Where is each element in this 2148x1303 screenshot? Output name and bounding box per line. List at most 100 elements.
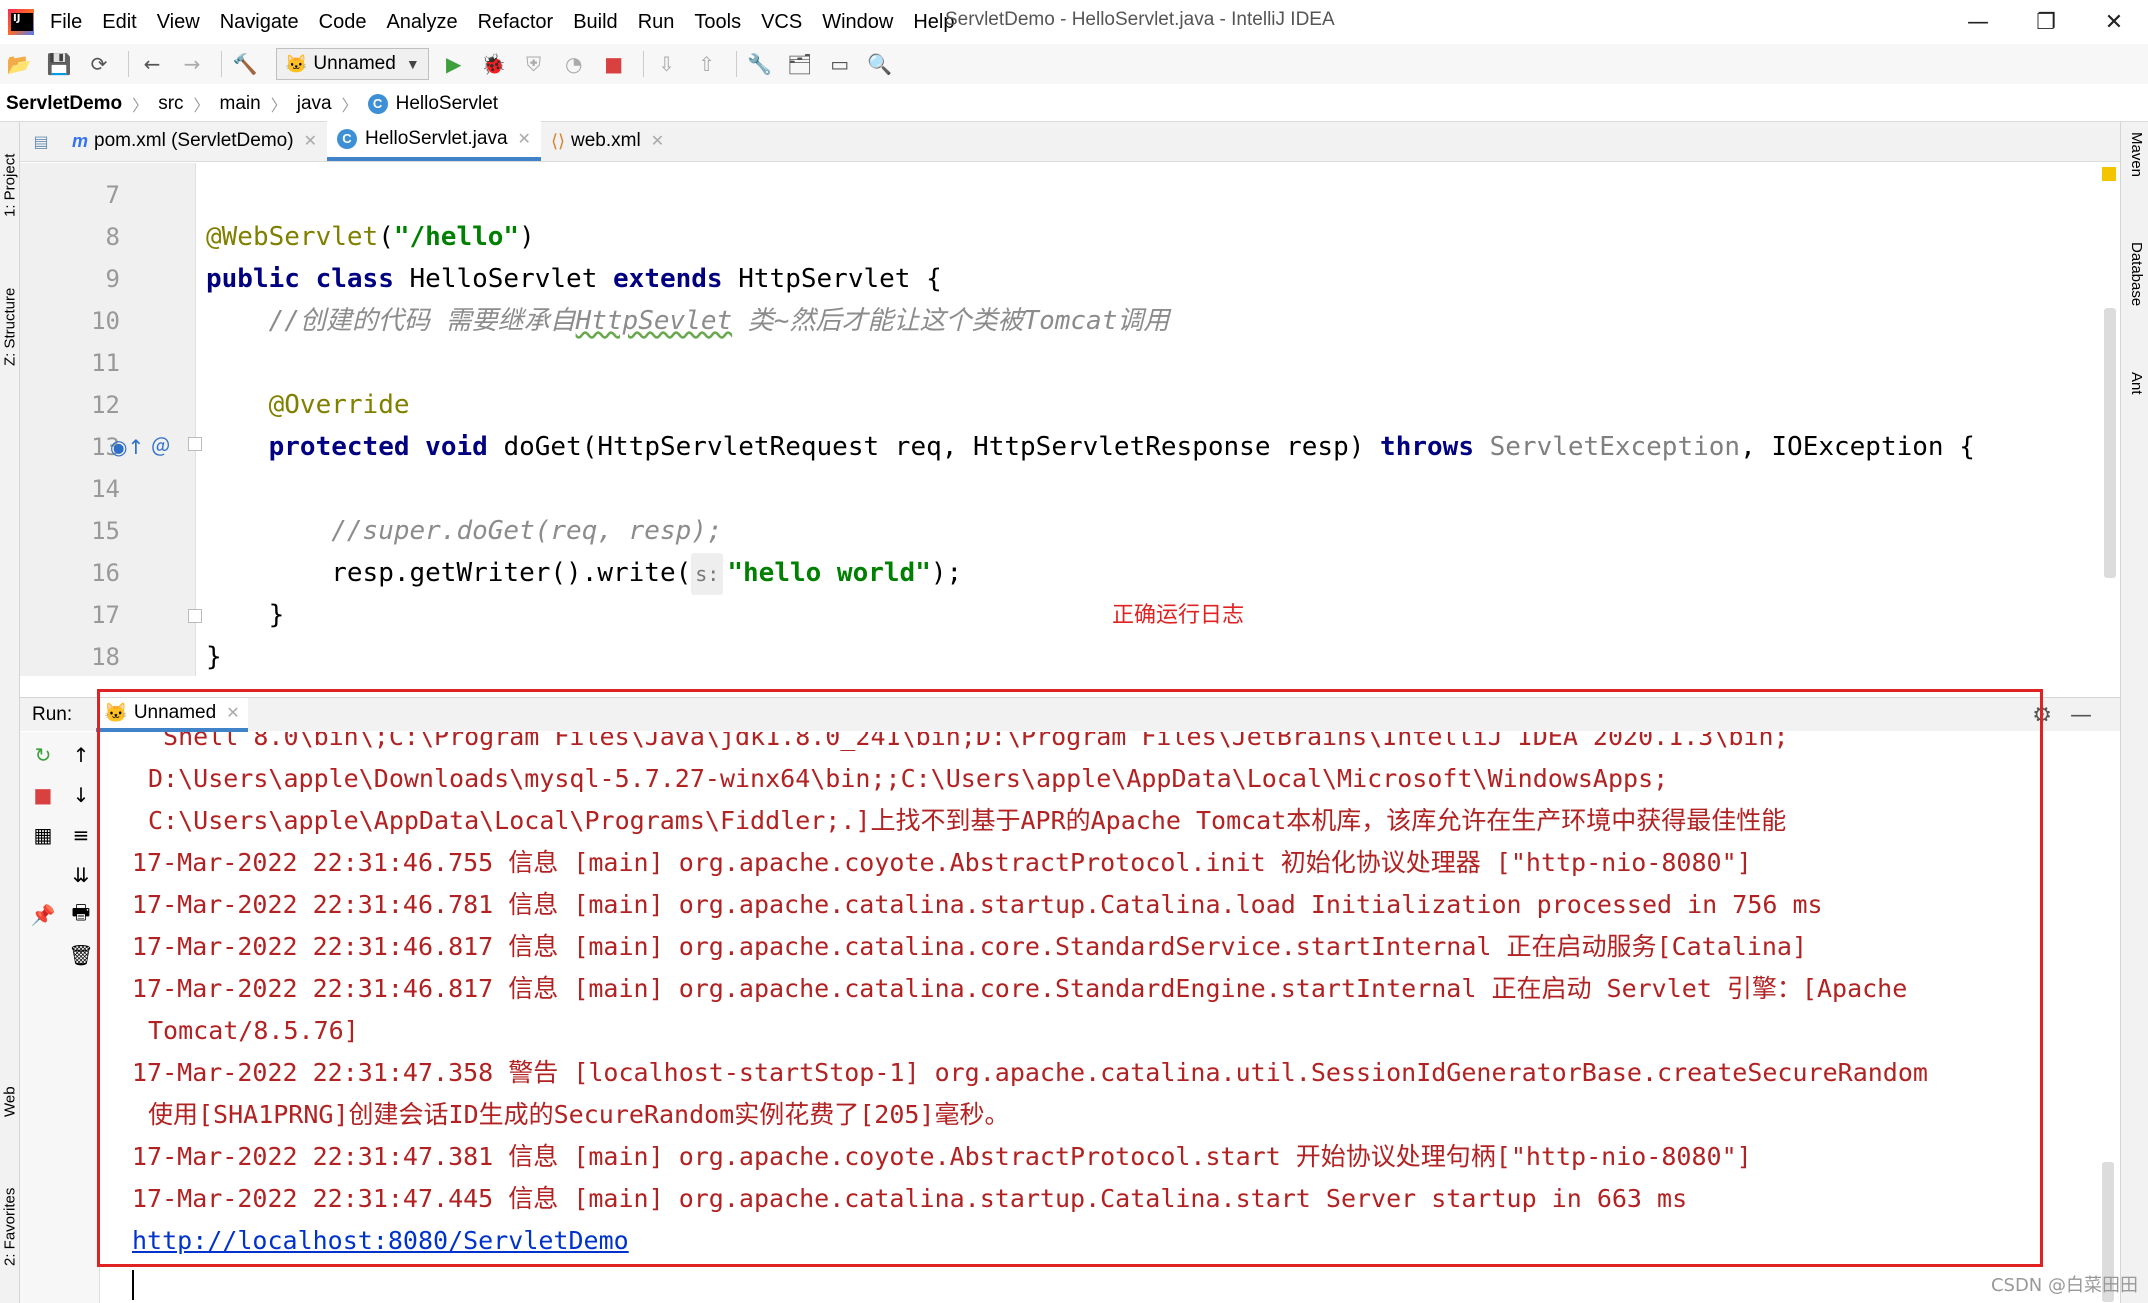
warning-icon[interactable] (2102, 167, 2116, 181)
open-folder-icon[interactable]: 📂 (2, 47, 36, 81)
tool-tab-ant[interactable]: Ant (2125, 372, 2145, 432)
back-arrow-icon[interactable]: ← (135, 47, 169, 81)
close-icon[interactable]: ✕ (226, 703, 239, 723)
run-console[interactable]: Shell 8.0\bin\;C:\Program Files\Java\jdk… (102, 732, 2118, 1303)
trash-icon[interactable]: 🗑 (66, 940, 96, 970)
minimize-button[interactable]: — (1944, 0, 2012, 44)
breadcrumb-src[interactable]: src (158, 93, 183, 115)
build-hammer-icon[interactable]: 🔨 (228, 47, 262, 81)
run-configuration-select[interactable]: 🐱 Unnamed ▼ (276, 48, 429, 80)
override-method-icon[interactable]: ◉↑ ＠ (110, 426, 196, 468)
toolbar-separator (642, 51, 644, 77)
debug-bug-icon[interactable]: 🐞 (477, 47, 511, 81)
code-line-16: resp.getWriter().write(s: "hello world"); (206, 552, 2080, 595)
tab-pom-xml[interactable]: m pom.xml (ServletDemo) ✕ (62, 121, 327, 161)
scrollbar-thumb[interactable] (2104, 308, 2116, 578)
soft-wrap-icon[interactable]: ≡ (66, 820, 96, 850)
project-structure-icon[interactable]: 🗂 (783, 47, 817, 81)
menu-analyze[interactable]: Analyze (376, 0, 467, 44)
code-line-15: //super.doGet(req, resp); (206, 510, 2080, 552)
code-line-8: @WebServlet("/hello") (206, 216, 2080, 258)
log-line: 17-Mar-2022 22:31:46.817 信息 [main] org.a… (132, 974, 1908, 1003)
exception-type: ServletException (1489, 432, 1741, 462)
fold-icon[interactable] (188, 609, 202, 623)
close-icon[interactable]: ✕ (304, 131, 317, 151)
tab-list-icon[interactable]: ▤ (20, 121, 62, 161)
coverage-icon[interactable]: ⛨ (517, 47, 551, 81)
editor-gutter: 7 8 9 10 11 12 13 14 15 16 17 18 ◉↑ ＠ (20, 163, 202, 676)
scroll-up-icon[interactable]: ↑ (66, 740, 96, 770)
tomcat-icon: 🐱 (104, 702, 128, 724)
watermark: CSDN @白菜田田 (1990, 1275, 2138, 1296)
profile-icon[interactable]: ◔ (557, 47, 591, 81)
tool-tab-database[interactable]: Database (2125, 242, 2145, 352)
close-icon[interactable]: ✕ (651, 131, 664, 151)
menu-code[interactable]: Code (309, 0, 377, 44)
menu-tools[interactable]: Tools (684, 0, 751, 44)
server-url-link[interactable]: http://localhost:8080/ServletDemo (132, 1226, 629, 1255)
tool-tab-project[interactable]: 1: Project (0, 130, 20, 240)
run-play-icon[interactable]: ▶ (437, 47, 471, 81)
menu-refactor[interactable]: Refactor (468, 0, 564, 44)
close-icon[interactable]: ✕ (518, 129, 531, 149)
editor-tab-bar: ▤ m pom.xml (ServletDemo) ✕ C HelloServl… (20, 121, 2120, 162)
breadcrumb-class[interactable]: HelloServlet (396, 93, 498, 115)
stop-icon[interactable]: ■ (597, 47, 631, 81)
restore-button[interactable]: ❐ (2012, 0, 2080, 44)
pin-icon[interactable]: 📌 (28, 900, 58, 930)
code-line-10: //创建的代码 需要继承自HttpSevlet 类~然后才能让这个类被Tomca… (206, 300, 2080, 342)
close-window-button[interactable]: ✕ (2080, 0, 2148, 44)
breadcrumb-project[interactable]: ServletDemo (6, 93, 122, 115)
line-number: 8 (105, 223, 120, 251)
forward-arrow-icon[interactable]: → (175, 47, 209, 81)
menu-view[interactable]: View (147, 0, 210, 44)
tab-helloservlet-java[interactable]: C HelloServlet.java ✕ (326, 121, 541, 161)
tab-web-xml[interactable]: ⟨⟩ web.xml ✕ (541, 121, 674, 161)
breadcrumb-java[interactable]: java (297, 93, 332, 115)
tool-tab-maven[interactable]: Maven (2125, 132, 2145, 212)
minimize-panel-icon[interactable]: — (2070, 703, 2092, 728)
console-scrollbar[interactable] (2098, 732, 2118, 1303)
menu-window[interactable]: Window (812, 0, 903, 44)
tool-tab-structure[interactable]: Z: Structure (0, 262, 20, 392)
settings-wrench-icon[interactable]: 🔧 (743, 47, 777, 81)
stop-icon[interactable]: ■ (28, 780, 58, 810)
fold-icon[interactable] (188, 437, 202, 451)
statement-end: ); (930, 558, 963, 588)
vcs-commit-icon[interactable]: ⇧ (690, 47, 724, 81)
comment: 类~然后才能让这个类被Tomcat调用 (732, 306, 1170, 336)
run-label: Run: (32, 703, 73, 725)
tool-tab-web[interactable]: Web (0, 1072, 20, 1132)
layout-icon[interactable]: ▦ (28, 820, 58, 850)
scroll-to-end-icon[interactable]: ⇊ (66, 860, 96, 890)
save-all-icon[interactable]: 💾 (42, 47, 76, 81)
breadcrumb-main[interactable]: main (220, 93, 261, 115)
tab-label: pom.xml (ServletDemo) (94, 130, 294, 151)
menu-run[interactable]: Run (628, 0, 685, 44)
tool-tab-favorites[interactable]: 2: Favorites (0, 1172, 20, 1282)
vcs-update-icon[interactable]: ⇩ (650, 47, 684, 81)
menu-navigate[interactable]: Navigate (210, 0, 309, 44)
gutter-marks: ◉↑ ＠ (110, 426, 196, 468)
gear-icon[interactable]: ⚙ (2032, 703, 2052, 728)
menu-bar: File Edit View Navigate Code Analyze Ref… (40, 0, 965, 44)
code-editor[interactable]: 7 8 9 10 11 12 13 14 15 16 17 18 ◉↑ ＠ @W… (20, 163, 2120, 676)
breadcrumb: ServletDemo 〉 src 〉 main 〉 java 〉 C Hell… (0, 86, 2148, 122)
editor-scrollbar[interactable] (2100, 163, 2120, 676)
sync-icon[interactable]: ⟳ (82, 47, 116, 81)
scroll-down-icon[interactable]: ↓ (66, 780, 96, 810)
run-tab-label: Unnamed (133, 701, 217, 723)
left-tool-strip: 1: Project Z: Structure Web 2: Favorites (0, 122, 20, 1303)
run-tab-unnamed[interactable]: 🐱 Unnamed ✕ (96, 697, 248, 732)
menu-file[interactable]: File (40, 0, 92, 44)
print-icon[interactable]: 🖶 (66, 900, 96, 930)
search-icon[interactable]: 🔍 (863, 47, 897, 81)
menu-edit[interactable]: Edit (92, 0, 146, 44)
menu-vcs[interactable]: VCS (751, 0, 812, 44)
class-icon: C (367, 93, 388, 114)
rerun-icon[interactable]: ↻ (28, 740, 58, 770)
terminal-icon[interactable]: ▭ (823, 47, 857, 81)
line-number: 11 (91, 349, 120, 377)
menu-build[interactable]: Build (563, 0, 627, 44)
